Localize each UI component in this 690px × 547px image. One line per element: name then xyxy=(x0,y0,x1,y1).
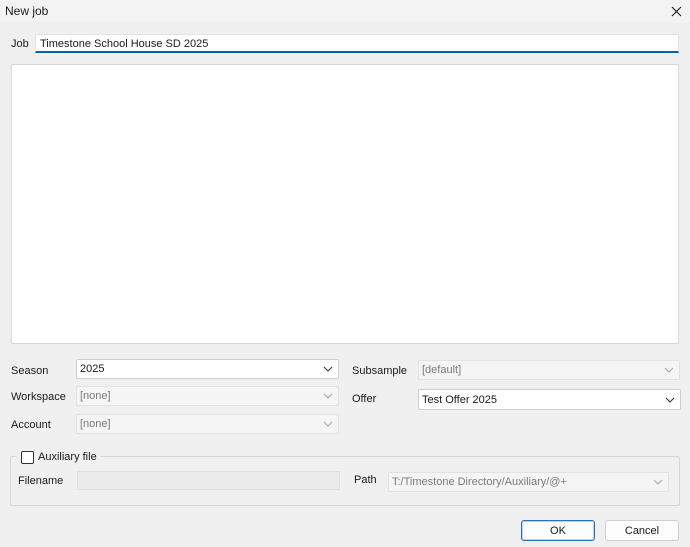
offer-value: Test Offer 2025 xyxy=(422,393,498,406)
auxiliary-checkbox[interactable] xyxy=(21,450,34,464)
job-details-area[interactable] xyxy=(11,64,679,344)
chevron-down-icon xyxy=(323,421,333,427)
job-label: Job xyxy=(11,38,29,50)
close-button[interactable] xyxy=(662,0,690,22)
title-bar xyxy=(0,0,690,22)
workspace-value: [none] xyxy=(80,390,111,402)
workspace-label: Workspace xyxy=(11,391,66,403)
path-select[interactable]: T:/Timestone Directory/Auxiliary/@+ xyxy=(388,472,669,492)
subsample-label: Subsample xyxy=(352,365,408,377)
account-select[interactable]: [none] xyxy=(76,414,339,434)
subsample-value: [default] xyxy=(422,364,462,376)
path-label: Path xyxy=(354,474,377,486)
auxiliary-group-header: Auxiliary file xyxy=(17,449,101,465)
offer-select[interactable]: Test Offer 2025 xyxy=(418,389,681,410)
chevron-down-icon xyxy=(323,393,333,399)
season-label: Season xyxy=(11,365,49,377)
season-select[interactable]: 2025 xyxy=(76,359,339,379)
workspace-select[interactable]: [none] xyxy=(76,386,339,406)
chevron-down-icon xyxy=(323,366,333,372)
account-value: [none] xyxy=(80,418,111,430)
auxiliary-checkbox-label[interactable]: Auxiliary file xyxy=(38,451,97,463)
account-label: Account xyxy=(11,419,51,431)
window-title: New job xyxy=(5,4,49,18)
job-input[interactable]: Timestone School House SD 2025 xyxy=(35,34,679,53)
path-value: T:/Timestone Directory/Auxiliary/@+ xyxy=(392,476,567,488)
ok-button[interactable]: OK xyxy=(521,520,595,541)
cancel-button[interactable]: Cancel xyxy=(605,520,679,541)
chevron-down-icon xyxy=(665,397,675,403)
filename-label: Filename xyxy=(18,475,64,487)
subsample-select[interactable]: [default] xyxy=(418,360,680,380)
offer-label: Offer xyxy=(352,393,377,405)
close-icon xyxy=(671,6,681,16)
chevron-down-icon xyxy=(653,479,663,485)
chevron-down-icon xyxy=(664,367,674,373)
filename-field[interactable] xyxy=(77,471,340,490)
season-value: 2025 xyxy=(80,363,105,375)
